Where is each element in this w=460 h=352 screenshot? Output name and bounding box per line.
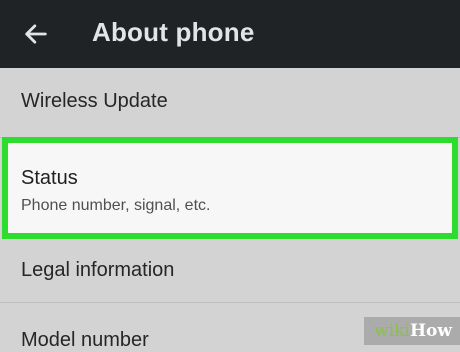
wikihow-watermark: wikiHow <box>364 317 460 345</box>
back-arrow-icon[interactable] <box>22 20 50 48</box>
settings-item-title: Legal information <box>21 259 175 281</box>
app-bar: About phone <box>0 0 460 68</box>
watermark-prefix: wiki <box>374 321 410 341</box>
settings-item-title: Wireless Update <box>21 90 168 112</box>
watermark-suffix: How <box>409 321 452 341</box>
settings-item-status[interactable]: Status Phone number, signal, etc. <box>2 137 458 239</box>
settings-item-wireless-update[interactable]: Wireless Update <box>0 68 460 137</box>
page-title: About phone <box>92 17 255 47</box>
status-highlight-panel: Status Phone number, signal, etc. <box>8 143 452 233</box>
settings-item-legal-information[interactable]: Legal information <box>0 239 460 302</box>
settings-item-subtitle: Phone number, signal, etc. <box>21 197 211 214</box>
settings-item-title: Model number <box>21 329 149 351</box>
settings-item-title: Status <box>21 167 78 189</box>
